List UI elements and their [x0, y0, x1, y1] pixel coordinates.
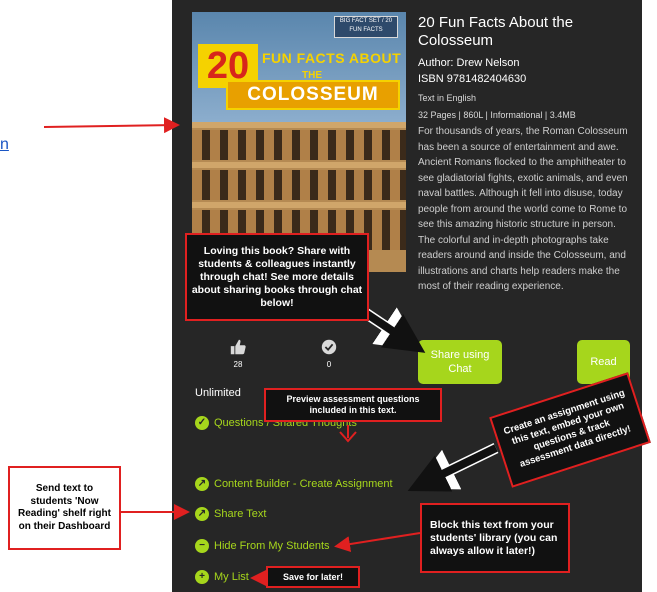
share-chat-callout: Loving this book? Share with students & … — [185, 233, 369, 321]
block-pointer-arrow — [334, 532, 421, 553]
cover-pointer-arrow — [43, 117, 180, 134]
save-for-later-callout: Save for later! — [266, 566, 360, 588]
block-text-callout: Block this text from your students' libr… — [420, 503, 570, 573]
preview-questions-callout: Preview assessment questions included in… — [264, 388, 442, 422]
assignment-pointer-arrow — [407, 444, 498, 492]
send-text-callout: Send text to students 'Now Reading' shel… — [8, 466, 121, 550]
